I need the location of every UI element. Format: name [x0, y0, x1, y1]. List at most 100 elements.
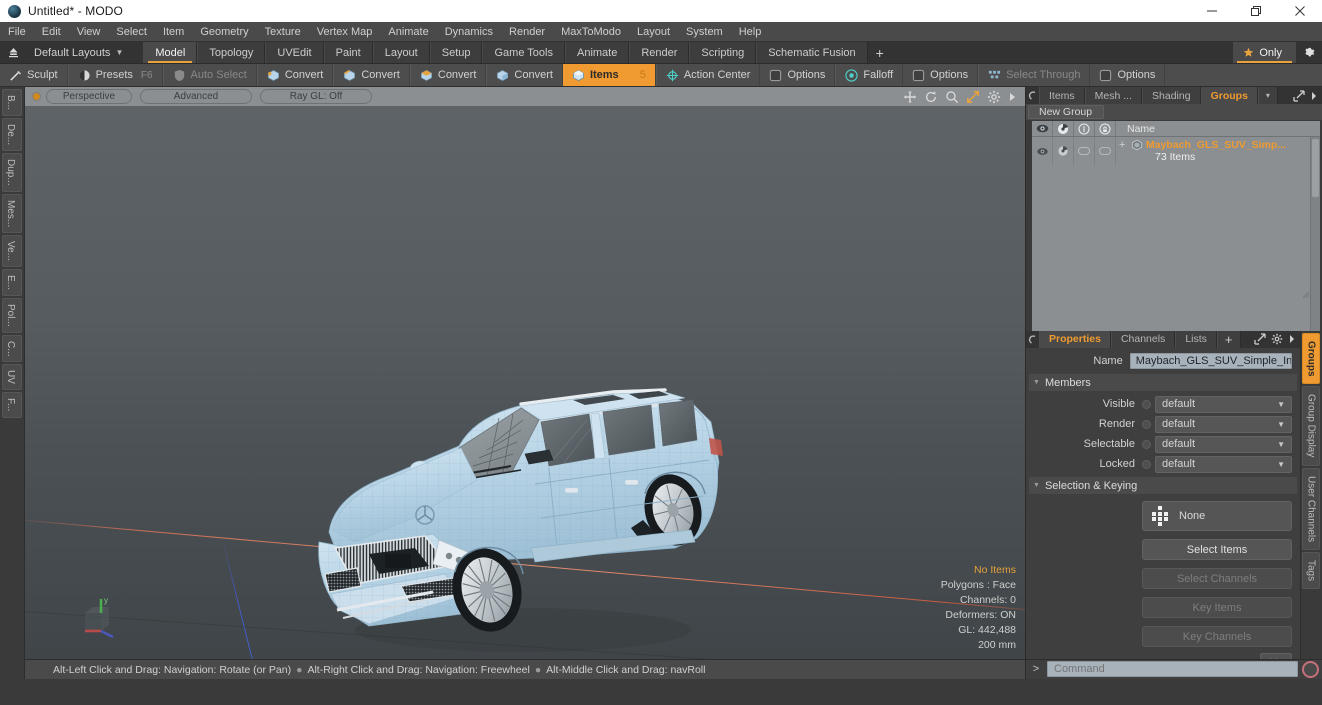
group-list[interactable]: Name + Maybach_GLS_SUV_Simp... 73 Items — [1032, 121, 1320, 331]
record-icon[interactable] — [1302, 660, 1319, 678]
minimize-button[interactable] — [1190, 0, 1234, 22]
chevron-down-icon[interactable]: ▾ — [1257, 87, 1278, 105]
tab-groups[interactable]: Groups — [1200, 87, 1258, 105]
menu-edit[interactable]: Edit — [34, 22, 69, 42]
group-list-scrollbar[interactable] — [1310, 137, 1320, 331]
menu-help[interactable]: Help — [731, 22, 770, 42]
menu-item[interactable]: Item — [155, 22, 192, 42]
group-row-name-cell[interactable]: + Maybach_GLS_SUV_Simp... 73 Items — [1116, 137, 1320, 165]
sidebar-item-basic[interactable]: B... — [2, 89, 22, 117]
default-layouts-dropdown[interactable]: Default Layouts ▼ — [26, 42, 131, 63]
chevron-right-icon[interactable] — [1310, 91, 1318, 101]
group-list-empty-area[interactable] — [1032, 165, 1320, 331]
menu-select[interactable]: Select — [108, 22, 155, 42]
tab-animate[interactable]: Animate — [564, 42, 630, 63]
items-mode-button[interactable]: Items 5 — [562, 64, 656, 86]
tab-lists[interactable]: Lists — [1175, 330, 1217, 349]
menu-texture[interactable]: Texture — [257, 22, 309, 42]
render-dropdown[interactable]: default ▼ — [1155, 415, 1292, 433]
tab-shading[interactable]: Shading — [1142, 87, 1201, 105]
menu-maxtomodo[interactable]: MaxToModo — [553, 22, 629, 42]
select-through-options-button[interactable]: Options — [1090, 64, 1166, 86]
properties-pin-icon[interactable] — [1026, 331, 1039, 348]
sculpt-button[interactable]: Sculpt — [0, 64, 68, 86]
menu-layout[interactable]: Layout — [629, 22, 678, 42]
sidebar-item-falloff[interactable]: F... — [2, 392, 22, 418]
tab-render[interactable]: Render — [629, 42, 690, 63]
visible-dropdown[interactable]: default ▼ — [1155, 395, 1292, 413]
viewport-raygl-toggle[interactable]: Ray GL: Off — [260, 89, 372, 104]
gear-icon[interactable] — [1271, 333, 1283, 345]
sidebar-item-vertex[interactable]: Ve... — [2, 235, 22, 268]
command-input[interactable] — [1047, 661, 1298, 678]
falloff-options-button[interactable]: Options — [903, 64, 979, 86]
selectable-dropdown[interactable]: default ▼ — [1155, 435, 1292, 453]
only-toggle-button[interactable]: Only — [1233, 42, 1296, 63]
auto-select-button[interactable]: Auto Select — [162, 64, 257, 86]
close-icon[interactable] — [1278, 0, 1322, 22]
resize-handle[interactable] — [1303, 291, 1309, 298]
sidebar-item-edge[interactable]: E... — [2, 269, 22, 297]
lock-icon[interactable] — [1095, 121, 1116, 137]
expand-arrows-icon[interactable] — [1254, 333, 1266, 346]
tab-game-tools[interactable]: Game Tools — [482, 42, 565, 63]
menu-file[interactable]: File — [0, 22, 34, 42]
side-tab-tags[interactable]: Tags — [1302, 551, 1320, 589]
menu-dynamics[interactable]: Dynamics — [437, 22, 501, 42]
row-selectable-toggle[interactable] — [1074, 137, 1095, 166]
presets-button[interactable]: Presets F6 — [67, 64, 163, 86]
menu-vertex-map[interactable]: Vertex Map — [309, 22, 381, 42]
fit-icon[interactable] — [966, 90, 980, 104]
table-row[interactable]: + Maybach_GLS_SUV_Simp... 73 Items — [1032, 137, 1320, 166]
tab-model[interactable]: Model — [143, 42, 198, 63]
chevron-right-icon[interactable] — [1288, 334, 1296, 344]
scrollbar-thumb[interactable] — [1312, 139, 1319, 198]
key-items-button[interactable]: Key Items — [1142, 597, 1292, 619]
pan-icon[interactable] — [903, 90, 917, 104]
action-center-options-button[interactable]: Options — [760, 64, 836, 86]
sidebar-item-curve[interactable]: C... — [2, 334, 22, 363]
selectable-icon[interactable] — [1074, 121, 1095, 137]
render-override-toggle[interactable] — [1142, 419, 1151, 429]
tab-channels[interactable]: Channels — [1110, 330, 1176, 349]
row-visible-toggle[interactable] — [1032, 137, 1053, 166]
render-column-icon[interactable] — [1053, 121, 1074, 137]
sidebar-item-uv[interactable]: UV — [2, 364, 22, 391]
sidebar-item-mesh-edit[interactable]: Mes... — [2, 193, 22, 234]
expand-group-icon[interactable]: + — [1119, 139, 1128, 151]
falloff-button[interactable]: Falloff — [835, 64, 904, 86]
convert-polygon-button[interactable]: Convert — [409, 64, 487, 86]
select-items-button[interactable]: Select Items — [1142, 539, 1292, 561]
3d-viewport[interactable]: y No Items Polygons : Face Channels: 0 D… — [25, 106, 1025, 659]
action-center-button[interactable]: Action Center — [655, 64, 761, 86]
tab-topology[interactable]: Topology — [197, 42, 266, 63]
section-members[interactable]: ▼ Members — [1029, 374, 1297, 392]
tab-properties[interactable]: Properties — [1039, 330, 1111, 349]
sidebar-item-deform[interactable]: De... — [2, 118, 22, 152]
eye-icon[interactable] — [1032, 121, 1053, 137]
panel-pin-icon[interactable] — [1026, 87, 1039, 104]
sidebar-item-polygon[interactable]: Pol... — [2, 298, 22, 333]
key-channels-button[interactable]: Key Channels — [1142, 626, 1292, 648]
locked-dropdown[interactable]: default ▼ — [1155, 455, 1292, 473]
tab-paint[interactable]: Paint — [323, 42, 373, 63]
tab-scripting[interactable]: Scripting — [689, 42, 757, 63]
menu-animate[interactable]: Animate — [380, 22, 436, 42]
selectable-override-toggle[interactable] — [1142, 439, 1151, 449]
name-input[interactable]: Maybach_GLS_SUV_Simple_Inter — [1129, 353, 1292, 370]
viewport-view-mode-dropdown[interactable]: Perspective — [46, 89, 132, 104]
add-properties-tab-button[interactable]: + — [1216, 330, 1241, 349]
row-render-toggle[interactable] — [1053, 137, 1074, 166]
menu-view[interactable]: View — [69, 22, 109, 42]
row-locked-toggle[interactable] — [1095, 137, 1116, 166]
locked-override-toggle[interactable] — [1142, 459, 1151, 469]
add-layout-tab-button[interactable]: + — [868, 42, 892, 63]
car-mesh-maybach-gls-suv[interactable] — [273, 342, 753, 659]
layout-home-icon[interactable] — [0, 42, 26, 63]
convert-edge-button[interactable]: Convert — [333, 64, 410, 86]
menu-geometry[interactable]: Geometry — [192, 22, 256, 42]
tab-items[interactable]: Items — [1039, 87, 1085, 105]
tab-schematic-fusion[interactable]: Schematic Fusion — [756, 42, 868, 63]
rotate-icon[interactable] — [924, 90, 938, 104]
maximize-restore-button[interactable] — [1234, 0, 1278, 22]
